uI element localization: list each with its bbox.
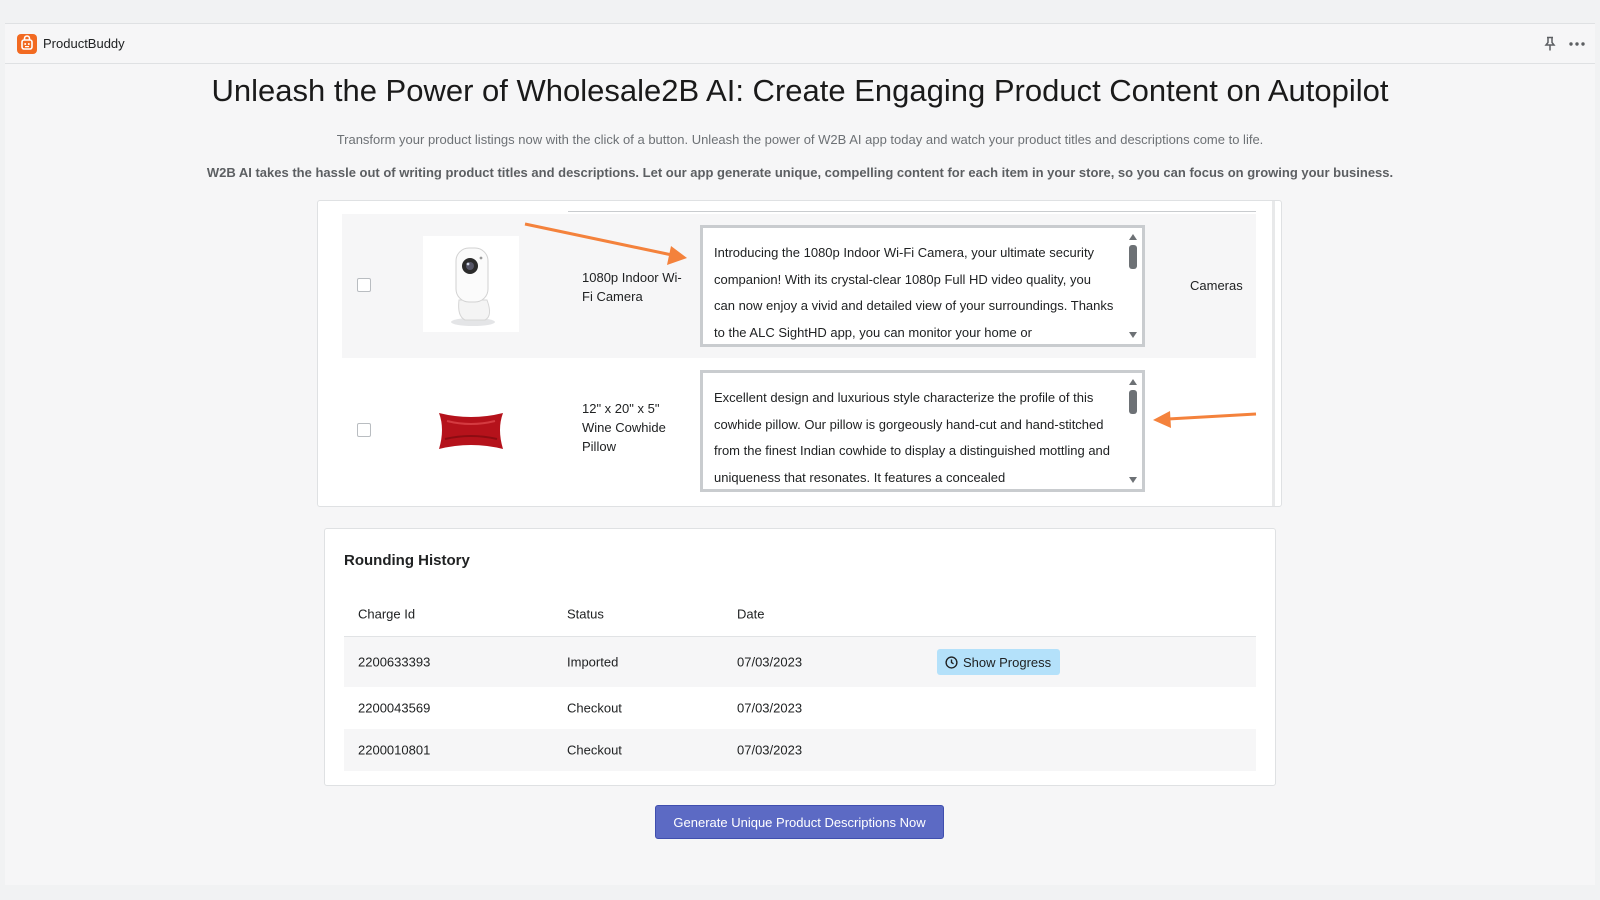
date: 07/03/2023 xyxy=(737,742,803,758)
date: 07/03/2023 xyxy=(737,700,803,716)
column-header: Charge Id xyxy=(358,606,416,621)
show-progress-label: Show Progress xyxy=(963,654,1052,670)
column-header: Status xyxy=(567,606,604,621)
description-textarea[interactable]: Introducing the 1080p Indoor Wi-Fi Camer… xyxy=(700,225,1145,347)
status: Checkout xyxy=(567,700,622,716)
product-category: Cameras xyxy=(1190,278,1243,293)
indoor-camera-image xyxy=(423,236,519,332)
more-horizontal-icon[interactable] xyxy=(1567,36,1587,52)
clock-icon xyxy=(945,655,958,669)
show-progress-button[interactable]: Show Progress xyxy=(937,649,1061,675)
description-scrollbar[interactable] xyxy=(1127,377,1139,485)
product-title: 12" x 20" x 5" Wine Cowhide Pillow xyxy=(582,401,666,454)
pin-icon[interactable] xyxy=(1543,36,1557,52)
description-scrollbar[interactable] xyxy=(1127,232,1139,340)
table-header-row: Charge Id Status Date xyxy=(344,591,1256,637)
product-row: 1080p Indoor Wi-Fi Camera Introducing th… xyxy=(342,214,1256,358)
product-checkbox[interactable] xyxy=(357,423,371,437)
scroll-up-icon[interactable] xyxy=(1129,234,1137,240)
robot-bag-icon xyxy=(17,34,37,54)
generate-descriptions-button[interactable]: Generate Unique Product Descriptions Now xyxy=(655,805,944,839)
scroll-up-icon[interactable] xyxy=(1129,379,1137,385)
charge-id: 2200010801 xyxy=(358,742,431,758)
table-row: 2200010801 Checkout 07/03/2023 xyxy=(344,729,1256,771)
page-tagline: W2B AI takes the hassle out of writing p… xyxy=(206,165,1394,180)
app-header: ProductBuddy xyxy=(5,24,1595,64)
status: Imported xyxy=(567,654,619,670)
charge-id: 2200633393 xyxy=(358,654,431,670)
charge-id: 2200043569 xyxy=(358,700,431,716)
date: 07/03/2023 xyxy=(737,654,803,670)
page-headline: Unleash the Power of Wholesale2B AI: Cre… xyxy=(211,73,1389,108)
table-row: 2200043569 Checkout 07/03/2023 xyxy=(344,687,1256,729)
page-subtitle: Transform your product listings now with… xyxy=(336,132,1264,147)
scroll-down-icon[interactable] xyxy=(1129,477,1137,483)
description-text: Excellent design and luxurious style cha… xyxy=(714,390,1111,485)
history-table: Charge Id Status Date 2200633393 Importe… xyxy=(344,591,1256,771)
product-row: 12" x 20" x 5" Wine Cowhide Pillow Excel… xyxy=(342,359,1256,503)
rounding-history-card: Rounding History Charge Id Status Date 2… xyxy=(324,528,1276,786)
product-title: 1080p Indoor Wi-Fi Camera xyxy=(582,270,682,304)
product-checkbox[interactable] xyxy=(357,278,371,292)
description-textarea[interactable]: Excellent design and luxurious style cha… xyxy=(700,370,1145,492)
products-card: 1080p Indoor Wi-Fi Camera Introducing th… xyxy=(317,200,1282,507)
wine-cowhide-pillow-image xyxy=(423,381,519,477)
scroll-thumb[interactable] xyxy=(1129,390,1137,414)
table-row: 2200633393 Imported 07/03/2023 Show Prog… xyxy=(344,637,1256,687)
table-divider xyxy=(568,211,1256,212)
card-scrollbar[interactable] xyxy=(1272,201,1275,506)
scroll-down-icon[interactable] xyxy=(1129,332,1137,338)
scroll-thumb[interactable] xyxy=(1129,245,1137,269)
column-header: Date xyxy=(737,606,765,621)
status: Checkout xyxy=(567,742,622,758)
history-title: Rounding History xyxy=(344,552,470,569)
description-text: Introducing the 1080p Indoor Wi-Fi Camer… xyxy=(714,245,1114,340)
app-name: ProductBuddy xyxy=(43,36,125,51)
